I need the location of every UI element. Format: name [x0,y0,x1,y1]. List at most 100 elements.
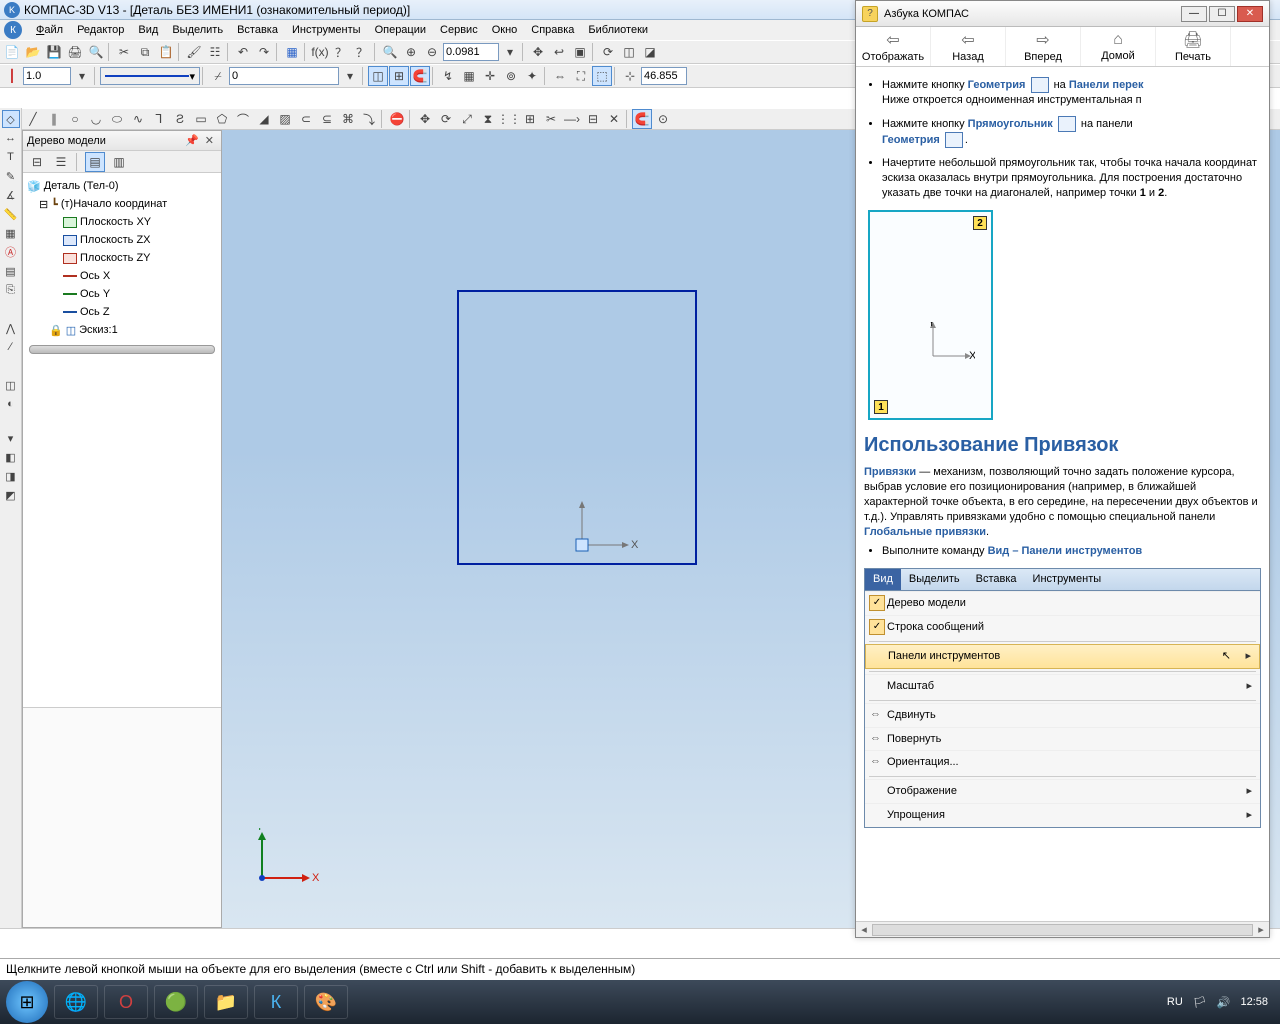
menu-tools[interactable]: Инструменты [286,22,367,38]
style-drop[interactable]: ▾ [72,66,92,86]
tree-plane-xy[interactable]: Плоскость XY [80,216,151,228]
drop-rotate[interactable]: Повернуть [865,727,1260,751]
sketch-mode-button[interactable]: ◫ [368,66,388,86]
circle-btn[interactable]: ○ [65,109,85,129]
ellipse-btn[interactable]: ⬭ [107,109,127,129]
tree-mode1-icon[interactable]: ▤ [85,152,105,172]
drop-orient[interactable]: Ориентация... [865,750,1260,774]
help-close-button[interactable]: ✕ [1237,6,1263,22]
task-opera[interactable]: O [104,985,148,1019]
tree-axis-z[interactable]: Ось Z [80,306,110,318]
start-button[interactable]: ⊞ [6,981,48,1023]
array-btn[interactable]: ⋮⋮ [499,109,519,129]
zoom-input[interactable] [443,43,499,61]
snap-local-btn[interactable]: ⊙ [653,109,673,129]
task-kompas[interactable]: К [254,985,298,1019]
tree-scrollbar[interactable] [29,345,215,354]
arc-btn[interactable]: ◡ [86,109,106,129]
delete-btn[interactable]: ✕ [604,109,624,129]
drop-msg[interactable]: Строка сообщений [865,615,1260,639]
tree-axis-x[interactable]: Ось X [80,270,110,282]
grid-button[interactable]: ▦ [459,66,479,86]
parallel-btn[interactable]: ∥ [44,109,64,129]
line-btn[interactable]: ╱ [23,109,43,129]
zoom-dropdown[interactable]: ▾ [500,42,520,62]
mbar-view[interactable]: Вид [865,569,901,590]
zoom-out-button[interactable]: ⊖ [422,42,442,62]
mbar-tools[interactable]: Инструменты [1025,569,1110,590]
paste-button[interactable]: 📋 [156,42,176,62]
spec-panel-icon[interactable]: Ⓐ [2,243,20,261]
help-hscroll[interactable]: ◂ ▸ [856,921,1269,937]
zoom-in-button[interactable]: ⊕ [401,42,421,62]
task-paint[interactable]: 🎨 [304,985,348,1019]
open-button[interactable]: 📂 [23,42,43,62]
help-back-button[interactable]: ⇦Назад [931,27,1006,66]
dims-panel-icon[interactable]: ↔ [2,129,20,147]
select-panel-icon[interactable]: ▦ [2,224,20,242]
line2-panel-icon[interactable]: ∕ [2,338,20,356]
menu-insert[interactable]: Вставка [231,22,284,38]
equid-btn[interactable]: ⊆ [317,109,337,129]
tree-view2-icon[interactable]: ☰ [51,152,71,172]
cut-button[interactable]: ✂ [114,42,134,62]
drop-tree[interactable]: Дерево модели [865,591,1260,615]
extend-btn[interactable]: —› [562,109,582,129]
tray-flag-icon[interactable]: 🏳 [1193,996,1207,1009]
help-show-button[interactable]: ⇦Отображать [856,27,931,66]
library-button[interactable]: ▦ [282,42,302,62]
copy-button[interactable]: ⧉ [135,42,155,62]
properties-button[interactable]: ☷ [205,42,225,62]
fillet-btn[interactable]: ⌒ [233,109,253,129]
style-icon[interactable]: ┃ [2,66,22,86]
coord-input[interactable] [641,67,687,85]
tree-root[interactable]: Деталь (Тел-0) [44,180,119,192]
rotate-btn[interactable]: ⟳ [436,109,456,129]
redo-button[interactable]: ↷ [254,42,274,62]
drop-pan[interactable]: Сдвинуть [865,703,1260,727]
collect-btn[interactable]: ⌘ [338,109,358,129]
drop-scale[interactable]: Масштаб [865,674,1260,698]
task-ie[interactable]: 🌐 [54,985,98,1019]
drop-display[interactable]: Отображение [865,779,1260,803]
round-button[interactable]: ⊚ [501,66,521,86]
rect-btn[interactable]: ▭ [191,109,211,129]
help-max-button[interactable]: ☐ [1209,6,1235,22]
tree-mode2-icon[interactable]: ▥ [109,152,129,172]
system-tray[interactable]: RU 🏳 🔊 12:58 [1167,996,1274,1009]
app-logo-icon[interactable]: К [4,21,22,39]
mirror-btn[interactable]: ⧗ [478,109,498,129]
help-cursor-button[interactable]: ？ [331,42,351,62]
help-context-button[interactable]: ？ [352,42,372,62]
line-style-select[interactable]: ▾ [100,67,200,85]
insert-panel-icon[interactable]: ⎘ [2,281,20,299]
zoom-frame-button[interactable]: 🔍 [380,42,400,62]
chamfer-btn[interactable]: ◢ [254,109,274,129]
new-button[interactable]: 📄 [2,42,22,62]
tray-lang[interactable]: RU [1167,996,1183,1008]
hatch-btn[interactable]: ▨ [275,109,295,129]
sketch-panel-icon[interactable]: ◫ [2,376,20,394]
offset-btn[interactable]: ⊂ [296,109,316,129]
snap-button[interactable]: 🧲 [410,66,430,86]
trim-btn[interactable]: ✂ [541,109,561,129]
tree-close-icon[interactable]: ✕ [202,135,217,147]
move-btn[interactable]: ✥ [415,109,435,129]
menu-file[interactable]: Файл [30,22,69,38]
layer-drop[interactable]: ▾ [340,66,360,86]
polygon-btn[interactable]: ⬠ [212,109,232,129]
help-content[interactable]: Нажмите кнопку Геометрия на Панели перек… [856,67,1269,921]
lcs-button[interactable]: ✦ [522,66,542,86]
break-btn[interactable]: ⊟ [583,109,603,129]
tree-pin-icon[interactable]: 📌 [182,135,202,147]
tray-volume-icon[interactable]: 🔊 [1217,996,1231,1009]
param-panel-icon[interactable]: ∡ [2,186,20,204]
rebuild-button[interactable]: ⟳ [598,42,618,62]
tree-sketch[interactable]: Эскиз:1 [79,324,118,336]
aux-panel-icon[interactable]: ⋀ [2,319,20,337]
dims-button[interactable]: ⇔ [550,66,570,86]
copy-props-button[interactable]: 🖌 [184,42,204,62]
help-home-button[interactable]: ⌂Домой [1081,27,1156,66]
menu-window[interactable]: Окно [486,22,524,38]
help-fwd-button[interactable]: ⇨Вперед [1006,27,1081,66]
